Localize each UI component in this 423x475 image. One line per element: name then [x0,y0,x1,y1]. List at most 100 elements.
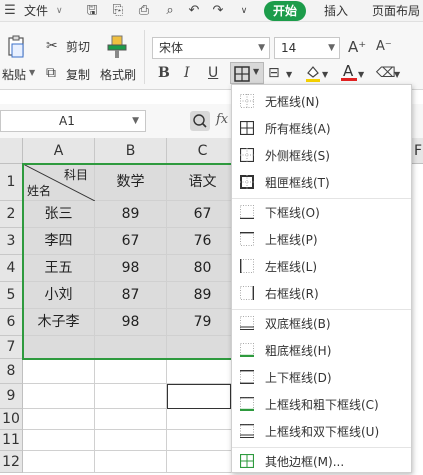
border-dropdown-menu: 无框线(N) 所有框线(A) 外侧框线(S) 粗匣框线(T) 下框线(O) 上框… [231,84,412,473]
tab-page-layout[interactable]: 页面布局 [372,2,420,20]
file-menu[interactable]: 文件 [24,2,48,20]
menu-bar: ☰ 文件 ∨ 🖫 ⎘ ⎙ ⌕ ↶ ↷ ∨ 开始 插入 页面布局 [0,0,423,22]
menu-item-all-borders[interactable]: 所有框线(A) [232,115,411,142]
table-cell[interactable] [23,384,95,409]
clear-format-icon[interactable]: ⌫ [376,64,396,82]
menu-item-bottom-border[interactable]: 下框线(O) [232,199,411,226]
menu-item-top-thick-bottom-border[interactable]: 上框线和粗下框线(C) [232,391,411,418]
tab-start[interactable]: 开始 [264,1,306,21]
no-border-icon [240,94,254,108]
font-size-select[interactable]: 14 ▼ [274,37,340,59]
save-icon[interactable]: 🖫 [84,3,100,19]
column-header-b[interactable]: B [95,138,167,164]
menu-item-top-double-bottom-border[interactable]: 上框线和双下框线(U) [232,418,411,445]
row-header[interactable]: 7 [0,336,23,359]
italic-button[interactable]: I [184,64,190,82]
menu-item-top-border[interactable]: 上框线(P) [232,226,411,253]
paste-icon[interactable] [4,34,30,60]
table-cell[interactable] [23,430,95,451]
undo-icon[interactable]: ↶ [186,3,202,19]
thick-box-border-icon [240,175,254,189]
paste-button[interactable]: 粘贴 [2,66,26,83]
row-header[interactable]: 2 [0,201,23,228]
export-icon[interactable]: ⎘ [110,3,126,19]
column-header-f[interactable]: F [412,138,423,164]
increase-font-icon[interactable]: A⁺ [348,38,366,56]
cut-button[interactable]: 剪切 [66,38,90,55]
row-header[interactable]: 5 [0,282,23,309]
file-dropdown-icon[interactable]: ∨ [56,2,63,20]
print-preview-icon[interactable]: ⌕ [162,3,178,19]
cell-style-icon[interactable]: ⊟ [268,64,280,82]
outside-borders-icon [240,148,254,162]
table-cell[interactable] [23,359,95,384]
table-cell[interactable] [167,409,239,430]
select-all-corner[interactable] [0,138,23,164]
tab-insert[interactable]: 插入 [324,2,348,20]
format-painter-button[interactable]: 格式刷 [100,66,136,83]
menu-item-top-bottom-border[interactable]: 上下框线(D) [232,364,411,391]
table-cell[interactable] [95,359,167,384]
row-header[interactable]: 10 [0,409,23,430]
right-border-icon [240,286,254,300]
row-header[interactable]: 11 [0,430,23,451]
table-cell[interactable] [95,384,167,409]
row-header[interactable]: 9 [0,384,23,409]
decrease-font-icon[interactable]: A⁻ [376,38,392,56]
print-icon[interactable]: ⎙ [136,3,152,19]
column-header-c[interactable]: C [167,138,239,164]
chevron-down-icon[interactable]: ▼ [322,66,328,84]
menu-item-double-bottom-border[interactable]: 双底框线(B) [232,310,411,337]
column-header-a[interactable]: A [23,138,95,164]
row-header[interactable]: 1 [0,164,23,201]
name-box[interactable]: A1 ▼ [0,110,146,132]
menu-item-thick-box-border[interactable]: 粗匣框线(T) [232,169,411,196]
row-header[interactable]: 4 [0,255,23,282]
menu-item-right-border[interactable]: 右框线(R) [232,280,411,307]
table-cell[interactable] [95,409,167,430]
paste-dropdown-icon[interactable]: ▼ [29,68,35,77]
table-cell[interactable] [23,451,95,473]
menu-item-label: 外侧框线(S) [265,149,330,163]
font-name-select[interactable]: 宋体 ▼ [152,37,270,59]
fill-color-icon[interactable] [304,64,322,82]
table-cell[interactable] [95,430,167,451]
chevron-down-icon[interactable]: ▼ [394,66,400,84]
font-color-icon[interactable]: A [340,62,358,82]
quick-access-dropdown-icon[interactable]: ∨ [236,3,252,19]
menu-item-thick-bottom-border[interactable]: 粗底框线(H) [232,337,411,364]
more-borders-icon [240,454,254,468]
function-icon[interactable]: fx [216,112,228,127]
active-outlined-cell[interactable] [167,384,231,409]
bold-button[interactable]: B [158,64,170,82]
row-header[interactable]: 3 [0,228,23,255]
top-bottom-border-icon [240,370,254,384]
chevron-down-icon[interactable]: ▼ [286,66,292,84]
row-header[interactable]: 6 [0,309,23,336]
table-cell[interactable] [167,430,239,451]
copy-button[interactable]: 复制 [66,66,90,83]
copy-icon: ⧉ [46,65,56,81]
menu-item-outside-borders[interactable]: 外侧框线(S) [232,142,411,169]
table-cell[interactable] [95,451,167,473]
menu-item-label: 所有框线(A) [265,122,331,136]
zoom-search-icon[interactable] [190,111,210,131]
table-cell[interactable] [23,409,95,430]
menu-item-no-border[interactable]: 无框线(N) [232,88,411,115]
menu-item-left-border[interactable]: 左框线(L) [232,253,411,280]
chevron-down-icon[interactable]: ▼ [358,66,364,84]
chevron-down-icon: ▼ [328,43,335,53]
menu-hamburger-icon[interactable]: ☰ [2,3,18,19]
menu-item-label: 无框线(N) [265,95,320,109]
thick-bottom-border-icon [240,343,254,357]
underline-button[interactable]: U [208,64,218,82]
table-cell[interactable] [167,451,239,473]
border-button[interactable]: ▼ [230,62,264,84]
menu-item-label: 上框线和粗下框线(C) [265,398,379,412]
redo-icon[interactable]: ↷ [210,3,226,19]
row-header[interactable]: 12 [0,451,23,473]
menu-item-more-borders[interactable]: 其他边框(M)... [232,448,411,475]
row-header[interactable]: 8 [0,359,23,384]
table-cell[interactable] [167,359,239,384]
format-painter-icon[interactable] [106,34,128,60]
